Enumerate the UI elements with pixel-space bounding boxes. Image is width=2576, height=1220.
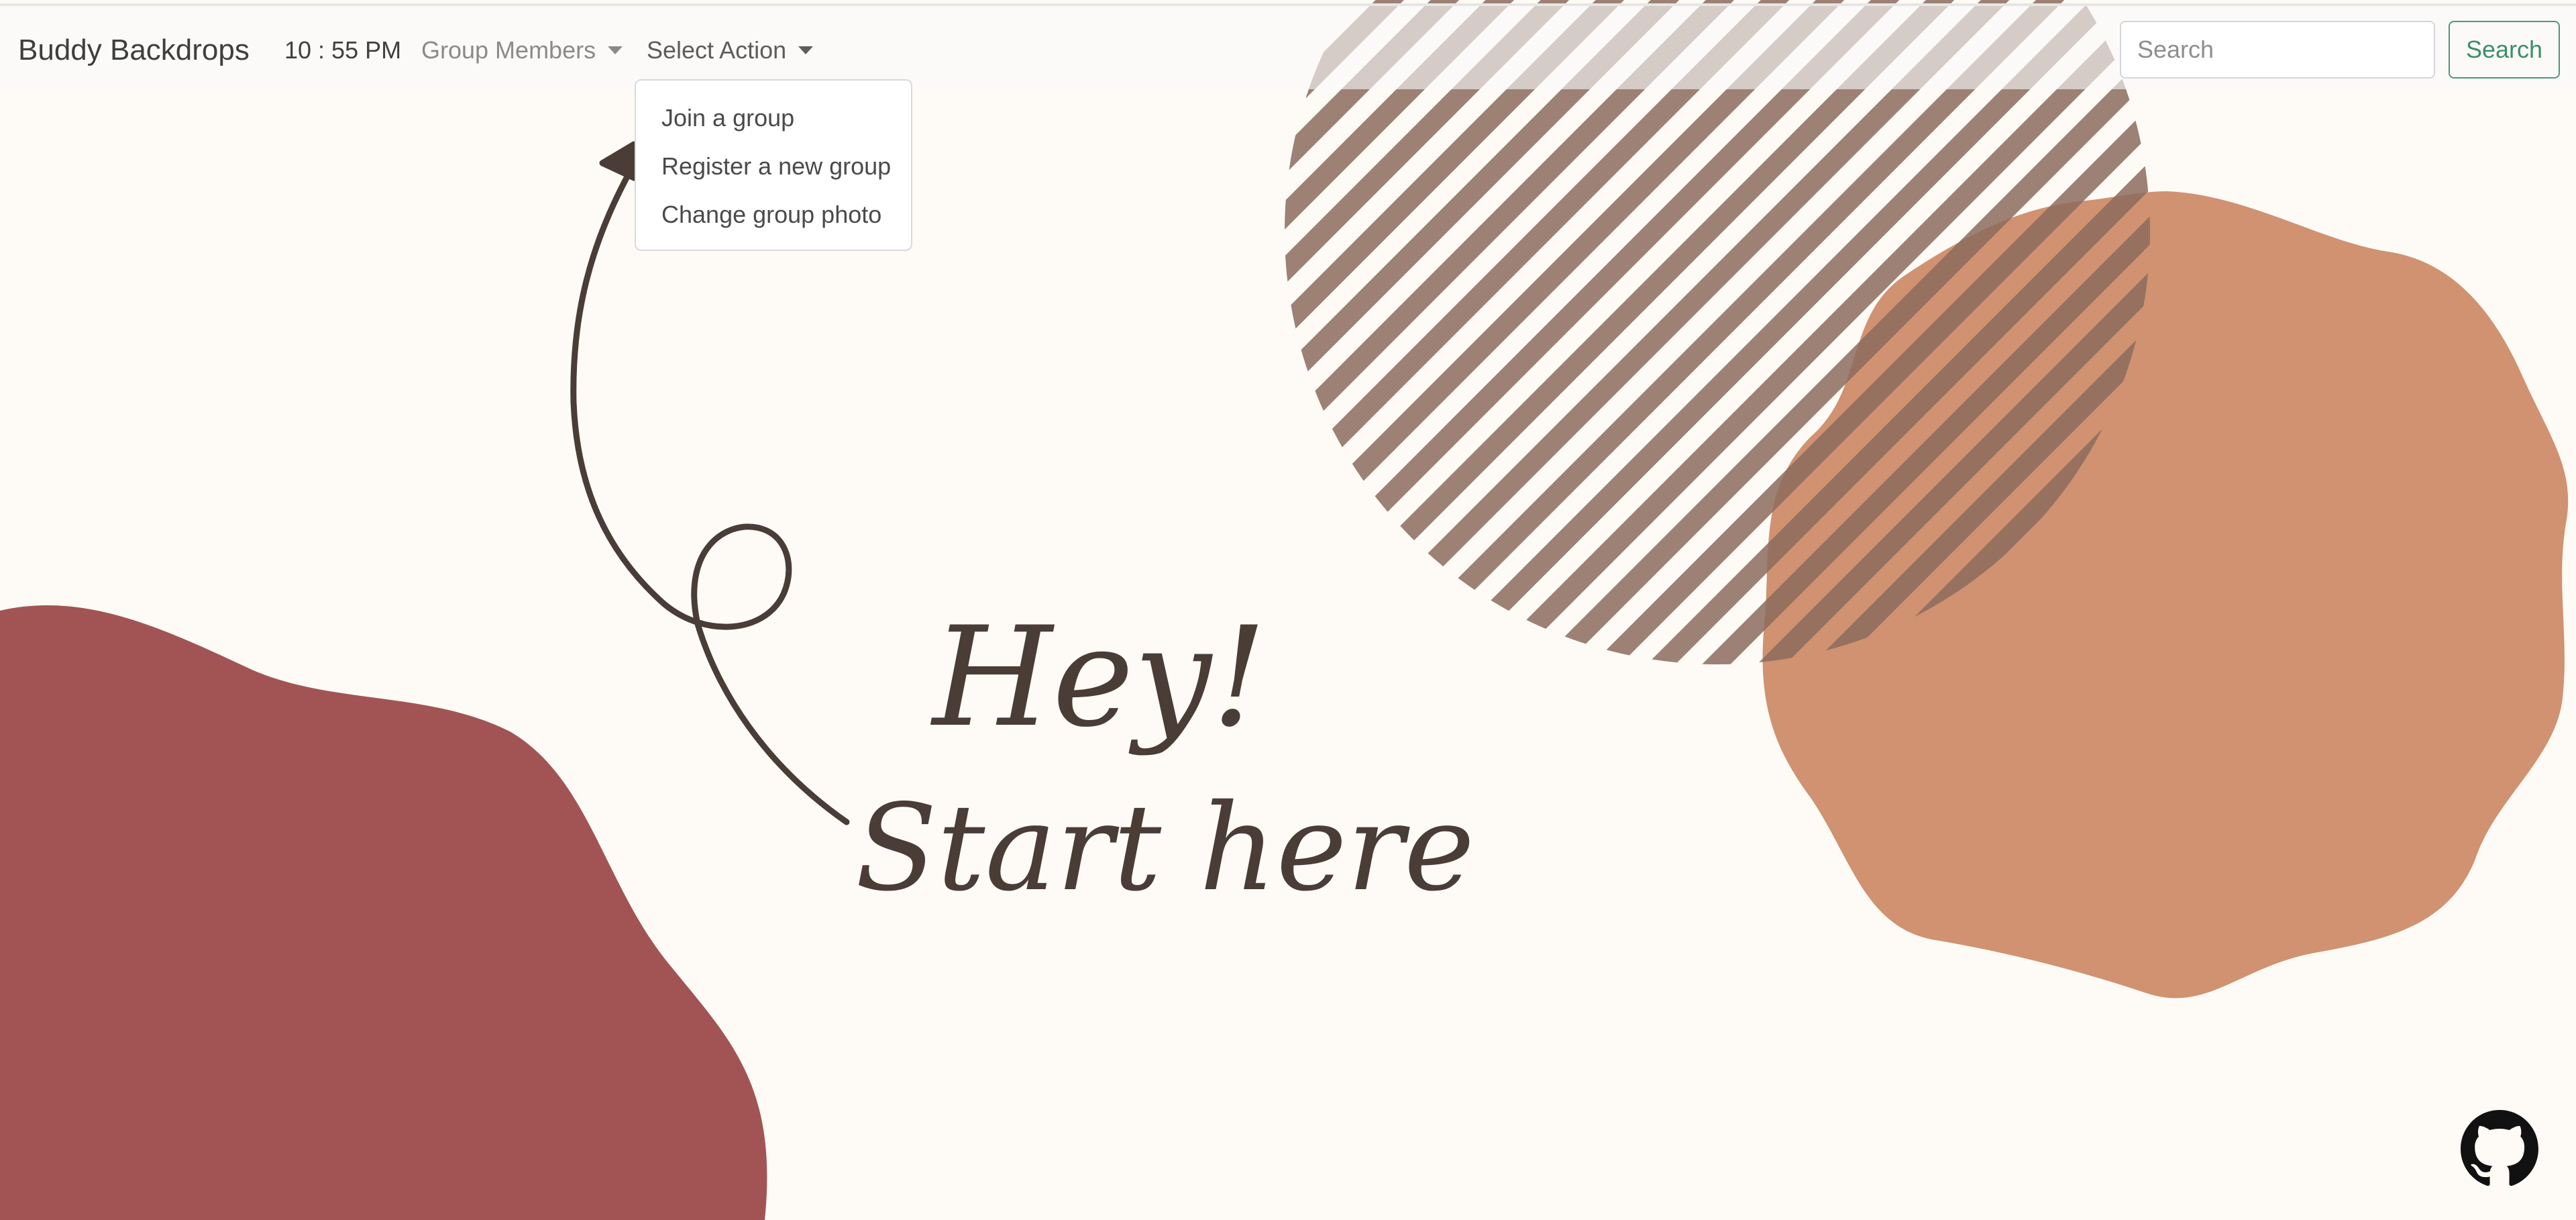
hero-call-to-action: Start here: [855, 778, 1474, 917]
chevron-down-icon: [798, 46, 814, 54]
menu-item-register-group[interactable]: Register a new group: [661, 152, 891, 181]
clock-display: 10 : 55 PM: [284, 36, 402, 64]
github-link[interactable]: [2461, 1110, 2538, 1188]
search-button[interactable]: Search: [2449, 21, 2560, 79]
brand-title[interactable]: Buddy Backdrops: [18, 33, 250, 68]
select-action-menu: Join a group Register a new group Change…: [635, 79, 912, 251]
menu-item-join-group[interactable]: Join a group: [661, 103, 794, 133]
top-navbar: Buddy Backdrops 10 : 55 PM Group Members…: [0, 3, 2576, 89]
hero-greeting: Hey!: [930, 598, 1267, 758]
group-members-dropdown[interactable]: Group Members: [421, 36, 623, 65]
chevron-down-icon: [608, 46, 623, 54]
github-icon: [2461, 1110, 2538, 1186]
red-blob-shape: [0, 605, 767, 1220]
select-action-dropdown[interactable]: Select Action: [647, 36, 814, 65]
group-members-label: Group Members: [421, 36, 596, 64]
search-input[interactable]: [2120, 21, 2435, 79]
menu-item-change-group-photo[interactable]: Change group photo: [661, 200, 881, 230]
select-action-label: Select Action: [647, 36, 787, 64]
decorative-backdrop: Hey! Start here: [0, 0, 2576, 1220]
